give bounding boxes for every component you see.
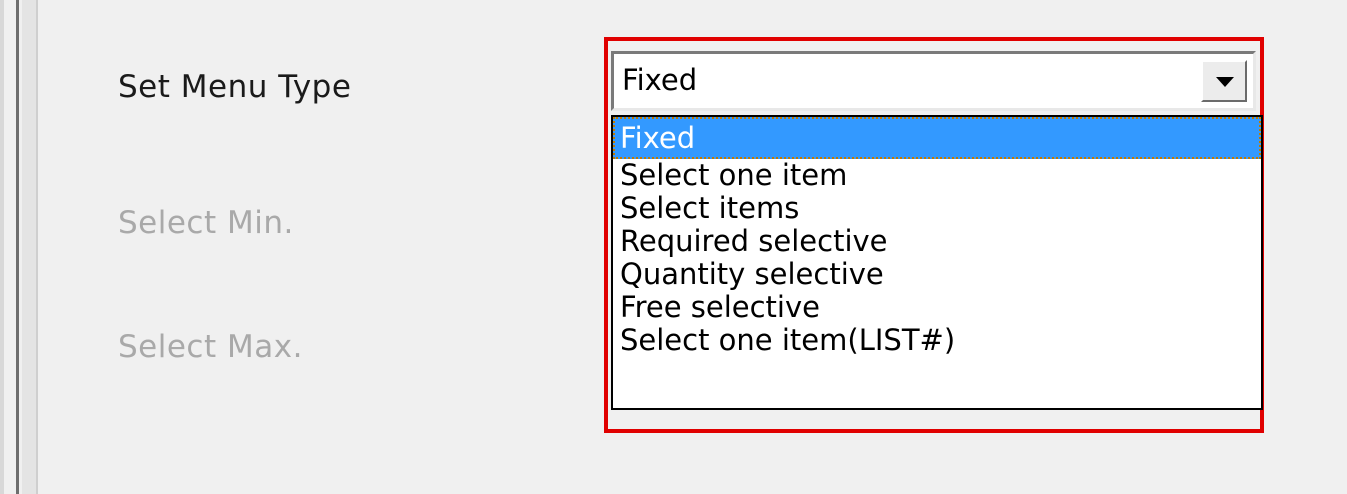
option-select-items[interactable]: Select items <box>613 192 1261 225</box>
set-menu-type-label: Set Menu Type <box>118 69 352 105</box>
option-select-one-item[interactable]: Select one item <box>613 159 1261 192</box>
option-quantity-selective[interactable]: Quantity selective <box>613 258 1261 291</box>
window-inner-border <box>36 0 38 494</box>
set-menu-type-select[interactable]: Fixed <box>611 51 1256 111</box>
select-max-label: Select Max. <box>118 329 303 365</box>
option-required-selective[interactable]: Required selective <box>613 225 1261 258</box>
option-free-selective[interactable]: Free selective <box>613 291 1261 324</box>
select-min-label: Select Min. <box>118 205 294 241</box>
window-edge <box>0 0 4 494</box>
window-frame <box>22 0 36 494</box>
option-select-one-item-list[interactable]: Select one item(LIST#) <box>613 324 1261 357</box>
option-fixed[interactable]: Fixed <box>613 117 1261 159</box>
dialog-panel: Set Menu Type Select Min. Select Max. Fi… <box>0 0 1347 494</box>
dropdown-list: Fixed Select one item Select items Requi… <box>611 115 1263 410</box>
chevron-down-icon <box>1216 77 1234 87</box>
dropdown-button[interactable] <box>1201 60 1247 102</box>
selected-value: Fixed <box>622 63 698 97</box>
window-border-line <box>16 0 19 494</box>
